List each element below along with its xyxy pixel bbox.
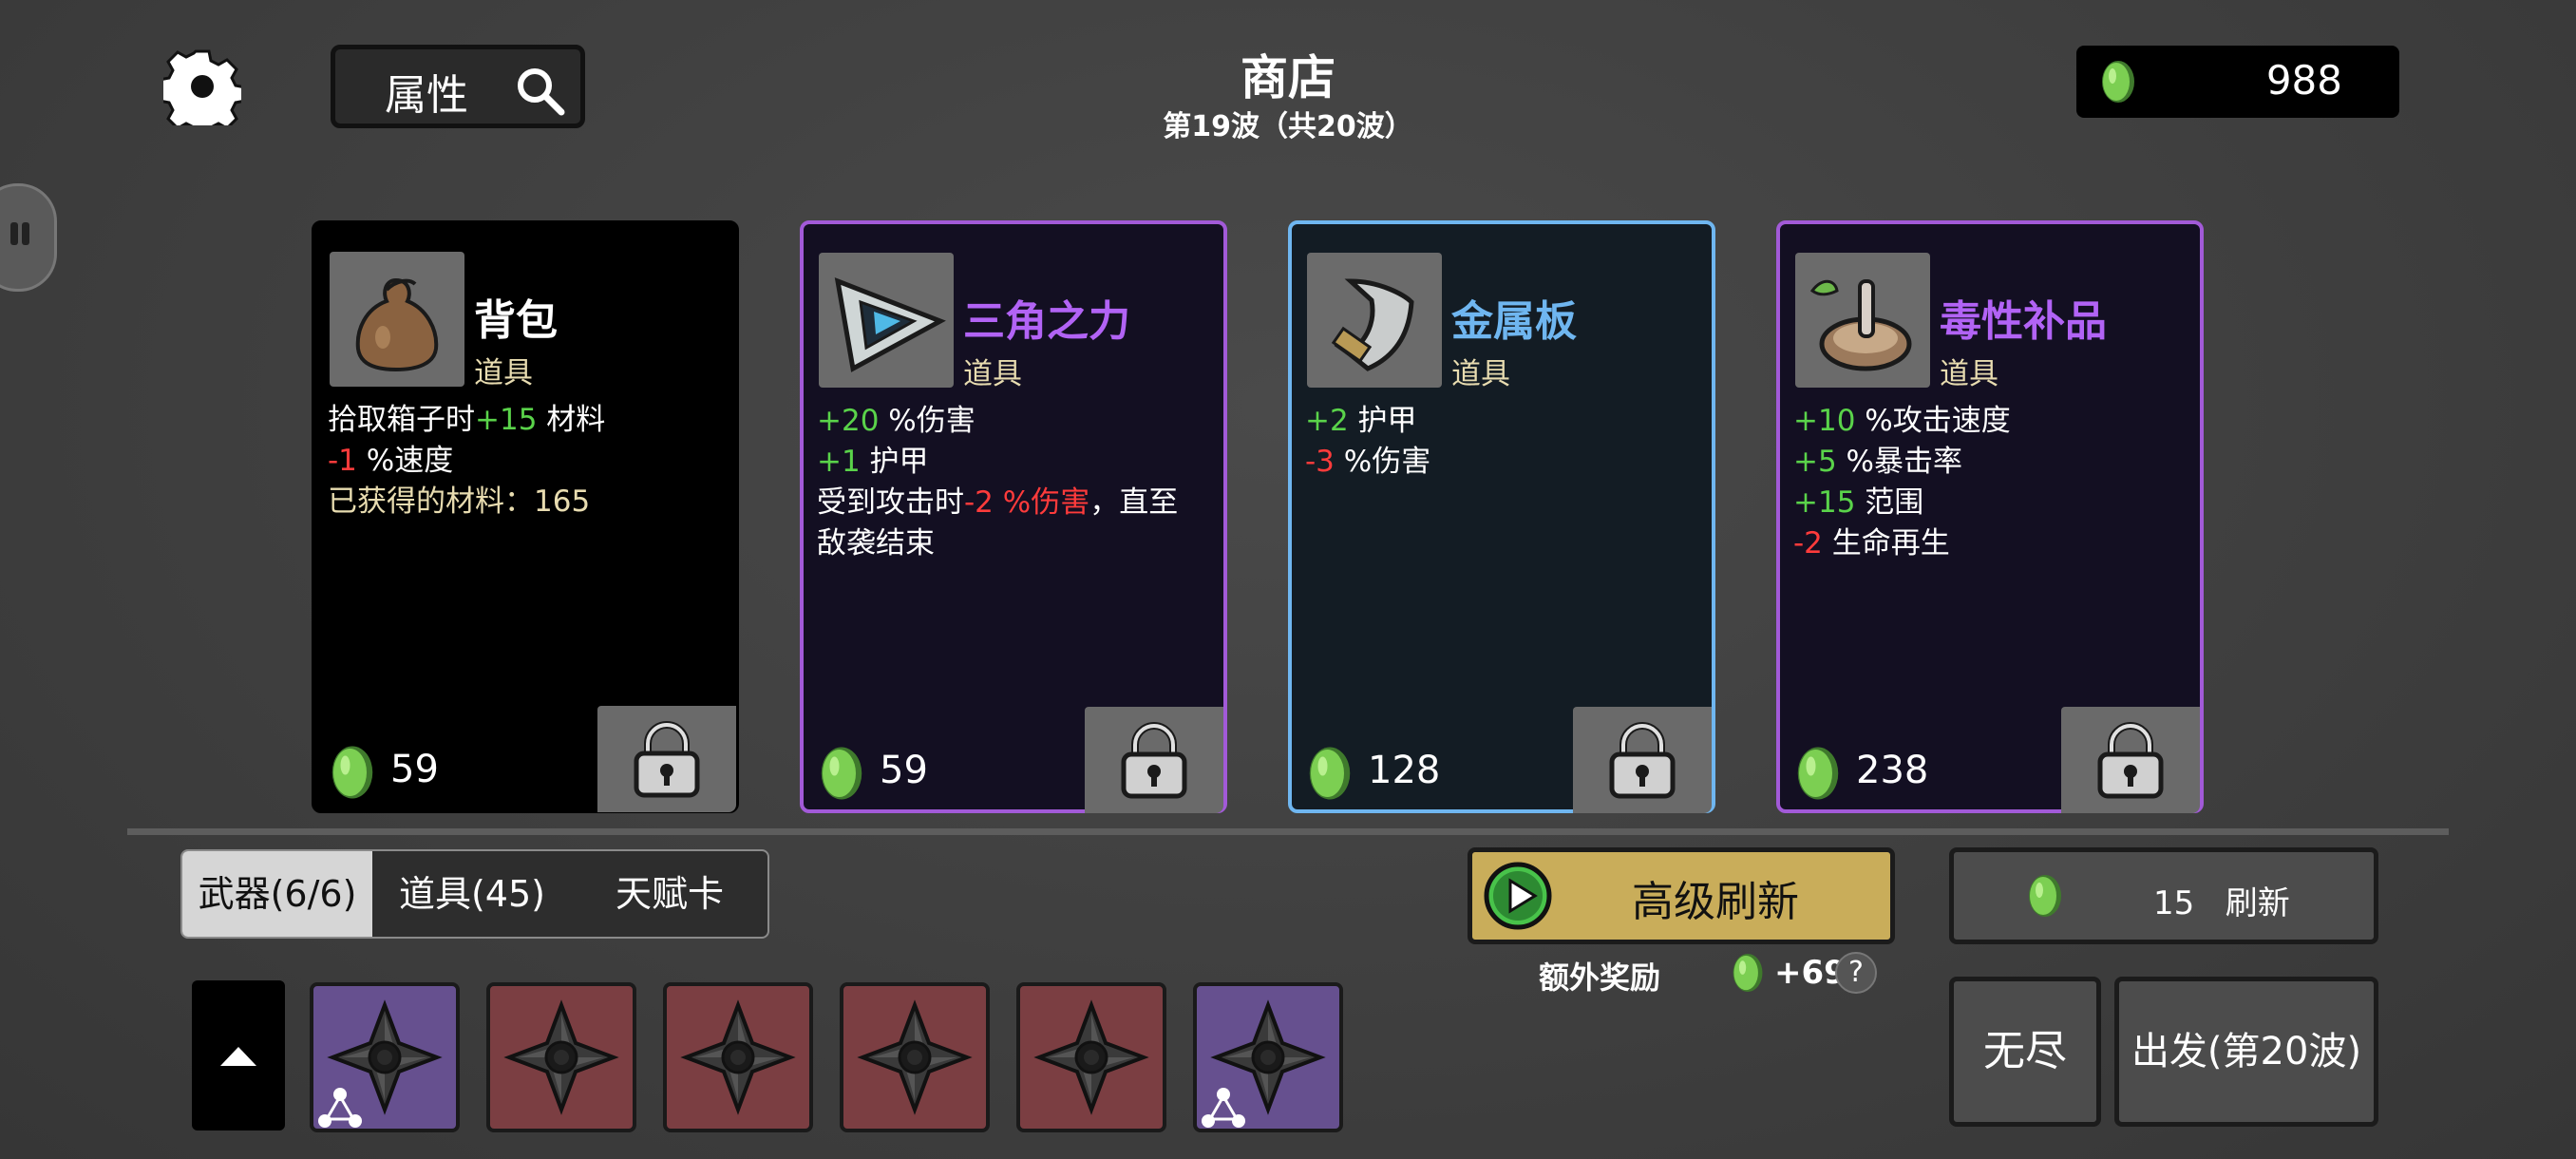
stat-line: +15 范围 <box>1793 485 1924 520</box>
stat-line: +5 %暴击率 <box>1793 445 1963 479</box>
stat-line: 拾取箱子时+15 材料 <box>328 403 606 437</box>
material-coin-icon <box>2029 875 2061 917</box>
shop-item-card[interactable]: 三角之力道具 +20 %伤害 +1 护甲受到攻击时-2 %伤害，直至 敌袭结束 59 <box>800 220 1227 813</box>
stat-line: +10 %攻击速度 <box>1793 404 2011 438</box>
shop-item-card[interactable]: 背包道具拾取箱子时+15 材料 -1 %速度已获得的材料：165 59 <box>312 220 739 813</box>
item-price: 128 <box>1368 749 1441 792</box>
arrow-up-icon <box>220 1047 256 1066</box>
search-icon <box>518 68 565 116</box>
tab-weapons[interactable]: 武器(6/6) <box>182 851 372 937</box>
lock-button[interactable] <box>597 706 736 812</box>
weapon-slot[interactable] <box>1016 982 1166 1132</box>
triangle-icon <box>819 253 954 388</box>
lock-button[interactable] <box>2061 707 2200 813</box>
item-name: 背包 <box>474 296 558 345</box>
divider <box>127 828 2449 835</box>
item-stats: +2 护甲 -3 %伤害 <box>1305 401 1698 483</box>
toxic-tonic-icon <box>1795 253 1930 388</box>
settings-gear-icon[interactable] <box>158 48 247 139</box>
search-label: 属性 <box>385 71 468 120</box>
item-price: 59 <box>390 748 439 791</box>
currency-amount: 988 <box>2265 57 2342 104</box>
item-name: 三角之力 <box>963 297 1130 346</box>
stat-line: 敌袭结束 <box>817 526 935 560</box>
lock-button[interactable] <box>1085 707 1223 813</box>
tab-items[interactable]: 道具(45) <box>372 851 572 937</box>
stat-line: +2 护甲 <box>1305 404 1417 438</box>
lock-icon <box>634 721 700 798</box>
weapon-slot[interactable] <box>663 982 813 1132</box>
item-stats: +10 %攻击速度 +5 %暴击率 +15 范围 -2 生命再生 <box>1793 401 2187 564</box>
lock-icon <box>1121 722 1187 799</box>
weapon-slot[interactable] <box>840 982 990 1132</box>
wave-indicator: 第19波（共20波） <box>1163 110 1413 143</box>
advanced-refresh-button[interactable]: 高级刷新 <box>1468 847 1895 944</box>
advanced-refresh-label: 高级刷新 <box>1632 878 1799 926</box>
item-stats: +20 %伤害 +1 护甲受到攻击时-2 %伤害，直至 敌袭结束 <box>817 401 1210 564</box>
shuriken-icon <box>1033 999 1149 1115</box>
material-coin-icon <box>2102 61 2134 103</box>
refresh-button[interactable]: 15 刷新 <box>1949 847 2378 944</box>
weapon-slot[interactable] <box>310 982 460 1132</box>
item-type: 道具 <box>474 356 533 390</box>
currency-display: 988 <box>2076 46 2399 118</box>
stat-line: 已获得的材料：165 <box>328 484 591 519</box>
tab-talent-cards[interactable]: 天赋卡 <box>572 851 767 937</box>
category-tabs: 武器(6/6) 道具(45) 天赋卡 <box>180 849 769 939</box>
lock-button[interactable] <box>1573 707 1712 813</box>
depart-button[interactable]: 出发(第20波) <box>2114 977 2378 1127</box>
material-coin-icon <box>1791 745 1845 806</box>
item-name: 毒性补品 <box>1940 297 2107 346</box>
stat-line: +1 护甲 <box>817 445 929 479</box>
shop-item-card[interactable]: 毒性补品道具 +10 %攻击速度 +5 %暴击率 +15 范围 -2 生命再生 238 <box>1776 220 2204 813</box>
shuriken-icon <box>680 999 796 1115</box>
page-title: 商店 <box>1241 50 1335 105</box>
item-price: 59 <box>880 749 928 792</box>
material-coin-icon <box>326 744 379 805</box>
bag-icon <box>330 252 464 387</box>
help-button[interactable]: ? <box>1835 952 1877 994</box>
pause-icon <box>10 222 18 245</box>
stat-line: +20 %伤害 <box>817 404 975 438</box>
weapon-slot[interactable] <box>1193 982 1343 1132</box>
material-coin-icon <box>815 745 868 806</box>
stat-line: -1 %速度 <box>328 444 454 478</box>
bonus-label: 额外奖励 <box>1539 960 1661 996</box>
item-stats: 拾取箱子时+15 材料 -1 %速度已获得的材料：165 <box>328 400 723 522</box>
shuriken-icon <box>503 999 619 1115</box>
set-link-icon <box>1202 1088 1245 1128</box>
metal-plate-icon <box>1307 253 1442 388</box>
item-type: 道具 <box>1940 357 1998 391</box>
play-video-icon <box>1484 862 1552 930</box>
item-name: 金属板 <box>1451 297 1577 346</box>
set-link-icon <box>318 1088 362 1128</box>
shop-item-card[interactable]: 金属板道具 +2 护甲 -3 %伤害 128 <box>1288 220 1715 813</box>
expand-inventory-button[interactable] <box>192 980 285 1130</box>
endless-button[interactable]: 无尽 <box>1949 977 2101 1127</box>
item-type: 道具 <box>963 357 1022 391</box>
pause-button[interactable] <box>0 183 57 292</box>
material-coin-icon <box>1303 745 1356 806</box>
shuriken-icon <box>857 999 973 1115</box>
refresh-cost-label: 15 刷新 <box>2153 884 2290 922</box>
item-price: 238 <box>1856 749 1929 792</box>
stat-line: -2 生命再生 <box>1793 526 1950 560</box>
stat-line: -3 %伤害 <box>1305 445 1431 479</box>
weapon-slot[interactable] <box>486 982 636 1132</box>
lock-icon <box>1609 722 1676 799</box>
attribute-search-button[interactable]: 属性 <box>331 45 585 128</box>
stat-line: 受到攻击时-2 %伤害，直至 <box>817 485 1179 520</box>
lock-icon <box>2097 722 2164 799</box>
item-type: 道具 <box>1451 357 1510 391</box>
material-coin-icon <box>1733 954 1763 992</box>
